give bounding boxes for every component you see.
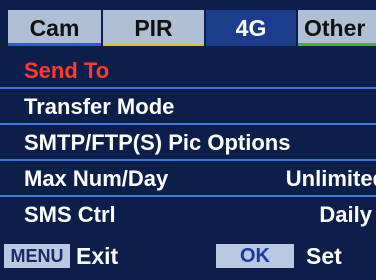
menu-item-value: Daily <box>319 202 372 227</box>
menu-item-label: Send To <box>24 58 110 83</box>
menu-item-send-to[interactable]: Send To <box>0 54 376 89</box>
tab-4g[interactable]: 4G <box>206 10 296 46</box>
tab-other-label: Other <box>304 15 366 41</box>
exit-hint-label: Exit <box>76 243 119 269</box>
tab-cam-underline <box>8 43 101 46</box>
tab-cam[interactable]: Cam <box>8 10 101 46</box>
set-hint-label: Set <box>306 243 342 269</box>
menu-item-label: Max Num/Day <box>24 166 169 191</box>
menu-item-label: SMS Ctrl <box>24 202 116 227</box>
camera-settings-screen: Cam PIR 4G Other Send To Transfer Mode S… <box>0 0 376 280</box>
menu-item-label: SMTP/FTP(S) Pic Options <box>24 130 291 155</box>
menu-item-value: Unlimited <box>285 166 376 191</box>
ok-key-button[interactable]: OK <box>216 244 294 268</box>
menu-item-max-num-day[interactable]: Max Num/Day Unlimited <box>0 162 376 197</box>
tab-pir-underline <box>103 43 204 46</box>
menu-item-smtp-ftp-pic-options[interactable]: SMTP/FTP(S) Pic Options <box>0 126 376 161</box>
menu-item-transfer-mode[interactable]: Transfer Mode <box>0 90 376 125</box>
tab-pir-label: PIR <box>134 15 173 41</box>
tab-bar: Cam PIR 4G Other <box>8 10 376 50</box>
tab-4g-label: 4G <box>235 15 267 41</box>
tab-other[interactable]: Other <box>298 10 376 46</box>
tab-pir[interactable]: PIR <box>103 10 204 46</box>
tab-other-underline <box>298 43 376 46</box>
menu-item-label: Transfer Mode <box>24 94 175 119</box>
key-hint-bar: MENU Exit OK Set <box>0 238 376 274</box>
tab-cam-label: Cam <box>29 15 80 41</box>
menu-item-sms-ctrl[interactable]: SMS Ctrl Daily <box>0 198 376 233</box>
menu-key-button[interactable]: MENU <box>4 244 70 268</box>
